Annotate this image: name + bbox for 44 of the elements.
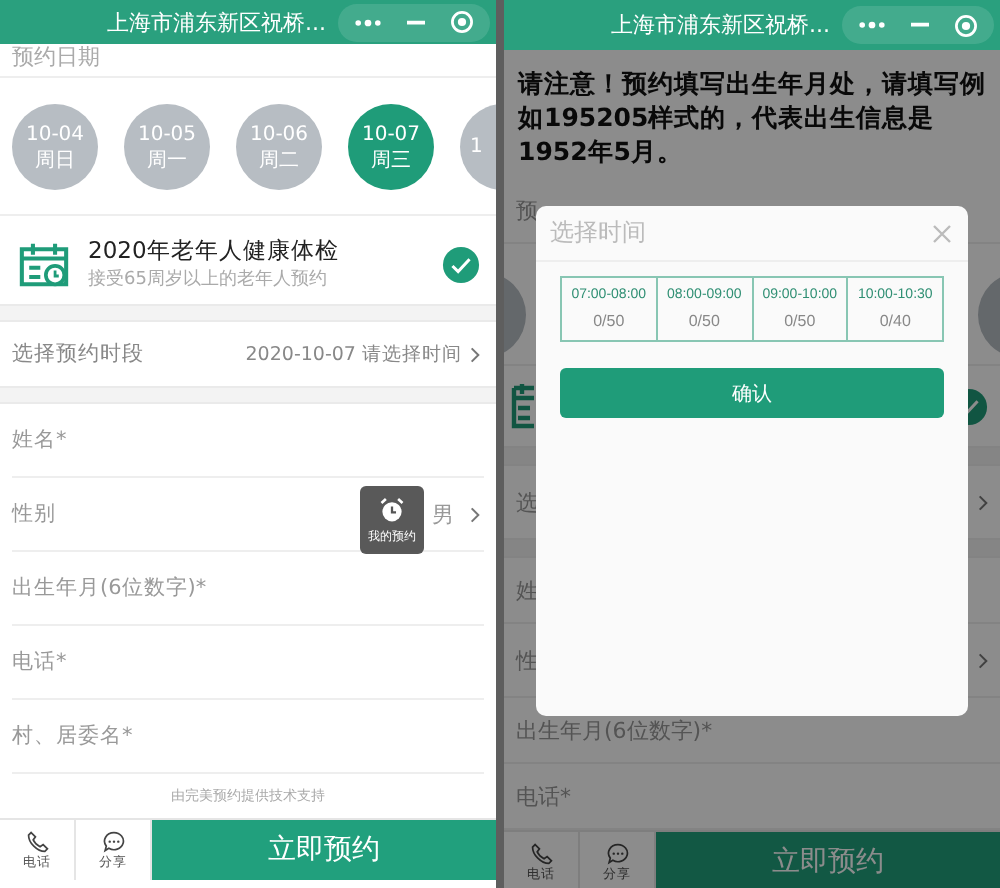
- date-chip[interactable]: 10-05 周一: [124, 104, 210, 190]
- confirm-button[interactable]: 确认: [560, 368, 944, 418]
- field-label: 性: [516, 645, 538, 675]
- dialog-title: 选择时间: [550, 216, 646, 250]
- date-chip[interactable]: 1: [460, 104, 496, 190]
- notice-text: 请注意！预约填写出生年月处，请填写例如195205样式的，代表出生信息是1952年5月。: [515, 66, 988, 170]
- chevron-icon: [978, 651, 988, 669]
- field-label: 预: [516, 195, 538, 225]
- calendar-icon: [510, 382, 534, 430]
- time-slot-row[interactable]: 选择预约时段 2020-10-07 请选择时间: [0, 322, 496, 386]
- calendar-icon: [18, 240, 70, 288]
- more-icon[interactable]: [858, 18, 886, 32]
- minimize-icon[interactable]: [406, 19, 426, 25]
- alarm-clock-icon: [378, 495, 406, 523]
- phone-icon: [529, 841, 553, 865]
- date-chip[interactable]: 10-07 周三: [348, 104, 434, 190]
- date-chip[interactable]: 10-04 周日: [12, 104, 98, 190]
- submit-button[interactable]: 立即预约: [152, 820, 496, 880]
- field-label: 出生年月(6位数字)*: [12, 574, 207, 602]
- field-label: 电话*: [12, 648, 67, 676]
- window-title: 上海市浦东新区祝桥...: [611, 10, 830, 40]
- section-label: 预约日期: [12, 42, 100, 72]
- field-label: 姓名*: [12, 426, 67, 454]
- submit-button[interactable]: 立即预约: [656, 832, 1000, 888]
- chevron-icon: [470, 345, 480, 363]
- chat-icon: [605, 841, 629, 865]
- chevron-icon: [978, 493, 988, 511]
- field-label: 选: [516, 487, 538, 517]
- check-icon[interactable]: [442, 245, 480, 283]
- field-label: 性别: [12, 500, 56, 528]
- minimize-icon[interactable]: [910, 22, 930, 28]
- window-title: 上海市浦东新区祝桥...: [107, 7, 326, 37]
- date-chip[interactable]: 10-06 周二: [236, 104, 322, 190]
- select-value[interactable]: 男: [432, 499, 454, 529]
- service-title: 2020年老年人健康体检: [88, 236, 341, 266]
- field-label: 出生年月(6位数字)*: [516, 715, 713, 745]
- field-label: 电话*: [516, 781, 571, 811]
- field-label: 村、居委名*: [12, 722, 133, 750]
- more-icon[interactable]: [354, 15, 382, 29]
- phone-icon: [25, 829, 49, 853]
- chevron-icon: [470, 505, 480, 523]
- chat-icon: [101, 829, 125, 853]
- field-label: 姓: [516, 575, 538, 605]
- service-description: 接受65周岁以上的老年人预约: [88, 267, 329, 292]
